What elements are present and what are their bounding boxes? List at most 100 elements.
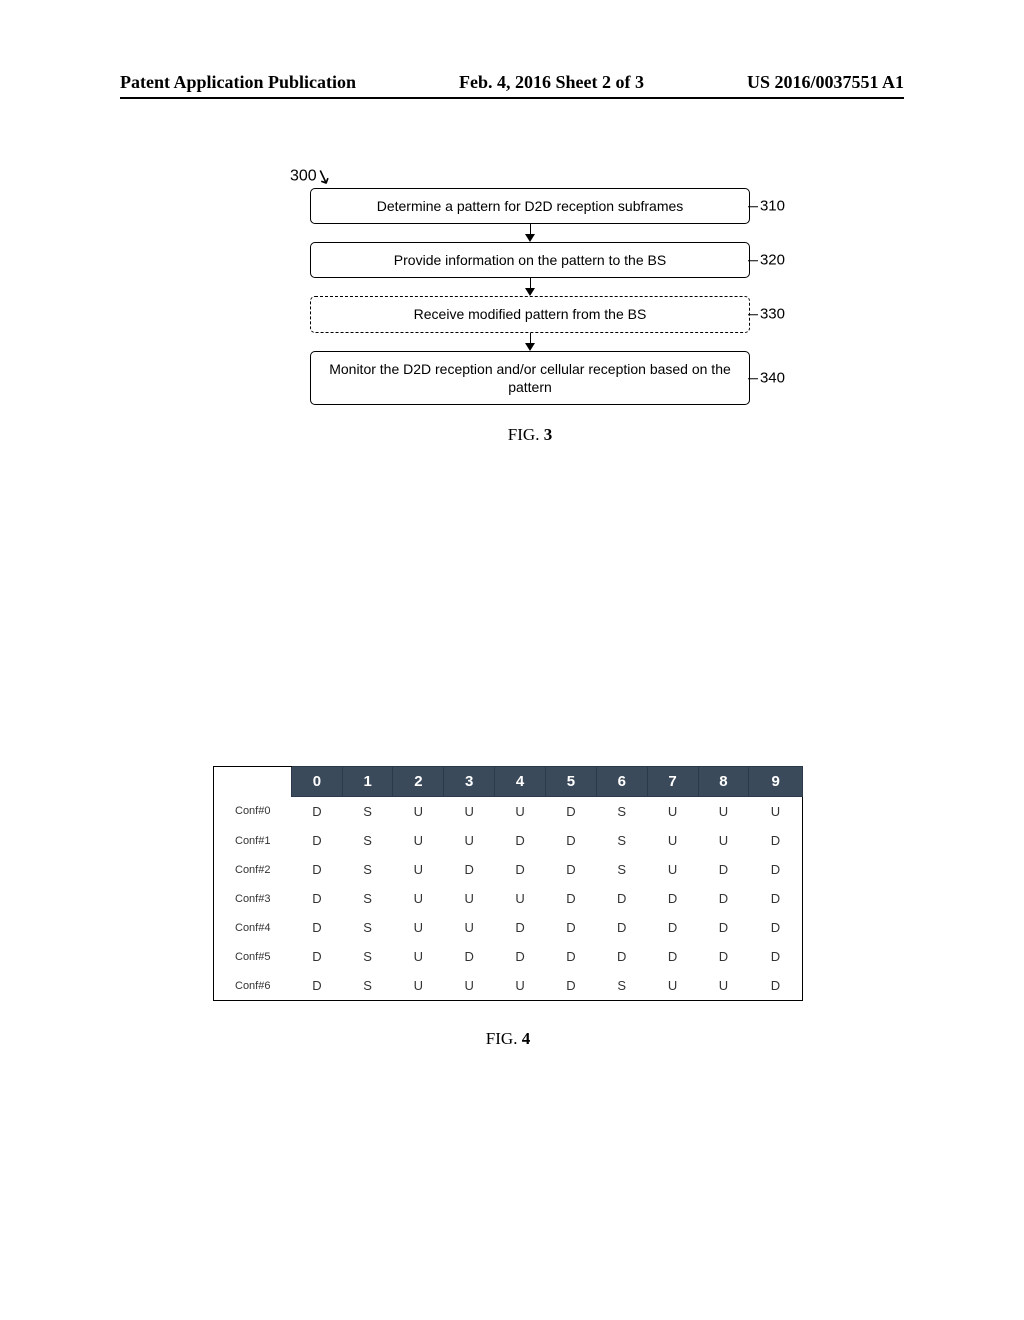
table-cell: D (596, 884, 647, 913)
table-cell: U (393, 971, 444, 1001)
table-cell: D (647, 913, 698, 942)
col-header: 6 (596, 767, 647, 797)
table-cell: D (545, 942, 596, 971)
flow-step-340: Monitor the D2D reception and/or cellula… (310, 351, 750, 405)
table-cell: D (292, 884, 343, 913)
table-cell: D (647, 884, 698, 913)
table-cell: D (698, 884, 749, 913)
table-cell: D (749, 971, 803, 1001)
table-cell: D (545, 855, 596, 884)
table-cell: U (444, 913, 495, 942)
table-row: Conf#0DSUUUDSUUU (214, 797, 803, 827)
table-cell: D (596, 942, 647, 971)
table-cell: U (647, 855, 698, 884)
table-cell: D (545, 913, 596, 942)
table-cell: S (596, 855, 647, 884)
header-left: Patent Application Publication (120, 72, 356, 93)
table-cell: U (393, 884, 444, 913)
row-label: Conf#0 (214, 797, 292, 827)
flow-step-330: Receive modified pattern from the BS 330 (310, 296, 750, 332)
table-cell: U (749, 797, 803, 827)
flow-step-label-330: 330 (760, 305, 785, 325)
table-cell: D (596, 913, 647, 942)
table-cell: D (698, 855, 749, 884)
col-header: 9 (749, 767, 803, 797)
table-cell: U (698, 971, 749, 1001)
header-right: US 2016/0037551 A1 (747, 72, 904, 93)
table-corner-cell (214, 767, 292, 797)
flowchart-figure-3: 300↘ Determine a pattern for D2D recepti… (310, 188, 750, 445)
table-row: Conf#4DSUUDDDDDD (214, 913, 803, 942)
flow-step-label-320: 320 (760, 251, 785, 271)
table-cell: U (647, 797, 698, 827)
table-cell: U (393, 797, 444, 827)
table-cell: D (444, 855, 495, 884)
table-cell: D (292, 942, 343, 971)
config-table-figure-4: 0 1 2 3 4 5 6 7 8 9 Conf#0DSUUUDSUUUConf… (213, 766, 803, 1049)
flow-step-320: Provide information on the pattern to th… (310, 242, 750, 278)
col-header: 1 (342, 767, 393, 797)
row-label: Conf#5 (214, 942, 292, 971)
table-cell: U (698, 826, 749, 855)
page-header: Patent Application Publication Feb. 4, 2… (120, 72, 904, 99)
table-cell: U (495, 797, 546, 827)
table-cell: S (342, 942, 393, 971)
table-cell: D (292, 797, 343, 827)
flow-arrow-icon (310, 333, 750, 351)
table-cell: D (292, 971, 343, 1001)
table-row: Conf#5DSUDDDDDDD (214, 942, 803, 971)
table-cell: U (647, 826, 698, 855)
table-cell: S (342, 913, 393, 942)
table-cell: D (545, 971, 596, 1001)
table-cell: D (495, 942, 546, 971)
flow-step-label-310: 310 (760, 196, 785, 216)
table-cell: D (292, 826, 343, 855)
row-label: Conf#2 (214, 855, 292, 884)
row-label: Conf#1 (214, 826, 292, 855)
table-cell: D (495, 855, 546, 884)
table-cell: U (444, 826, 495, 855)
table-header-row: 0 1 2 3 4 5 6 7 8 9 (214, 767, 803, 797)
table-row: Conf#1DSUUDDSUUD (214, 826, 803, 855)
table-cell: S (342, 826, 393, 855)
tdd-config-table: 0 1 2 3 4 5 6 7 8 9 Conf#0DSUUUDSUUUConf… (213, 766, 803, 1001)
table-cell: S (596, 797, 647, 827)
flow-step-label-340: 340 (760, 368, 785, 388)
table-cell: U (698, 797, 749, 827)
table-cell: S (342, 971, 393, 1001)
row-label: Conf#4 (214, 913, 292, 942)
table-cell: D (545, 826, 596, 855)
table-cell: D (749, 942, 803, 971)
table-cell: S (596, 971, 647, 1001)
col-header: 5 (545, 767, 596, 797)
table-cell: D (545, 884, 596, 913)
table-cell: U (495, 884, 546, 913)
col-header: 3 (444, 767, 495, 797)
table-cell: U (495, 971, 546, 1001)
table-cell: D (698, 913, 749, 942)
col-header: 0 (292, 767, 343, 797)
table-cell: D (495, 913, 546, 942)
flow-arrow-icon (310, 224, 750, 242)
col-header: 4 (495, 767, 546, 797)
table-cell: S (342, 855, 393, 884)
table-cell: U (647, 971, 698, 1001)
col-header: 2 (393, 767, 444, 797)
table-cell: U (444, 971, 495, 1001)
table-cell: D (647, 942, 698, 971)
table-cell: U (444, 884, 495, 913)
table-cell: D (292, 855, 343, 884)
flow-step-310: Determine a pattern for D2D reception su… (310, 188, 750, 224)
reference-arrow-icon: ↘ (311, 162, 335, 191)
figure-3-caption: FIG. 3 (310, 425, 750, 445)
col-header: 7 (647, 767, 698, 797)
table-cell: S (596, 826, 647, 855)
table-cell: D (545, 797, 596, 827)
table-cell: D (444, 942, 495, 971)
table-cell: U (444, 797, 495, 827)
row-label: Conf#6 (214, 971, 292, 1001)
table-cell: D (292, 913, 343, 942)
table-row: Conf#6DSUUUDSUUD (214, 971, 803, 1001)
table-cell: D (749, 884, 803, 913)
table-cell: S (342, 797, 393, 827)
